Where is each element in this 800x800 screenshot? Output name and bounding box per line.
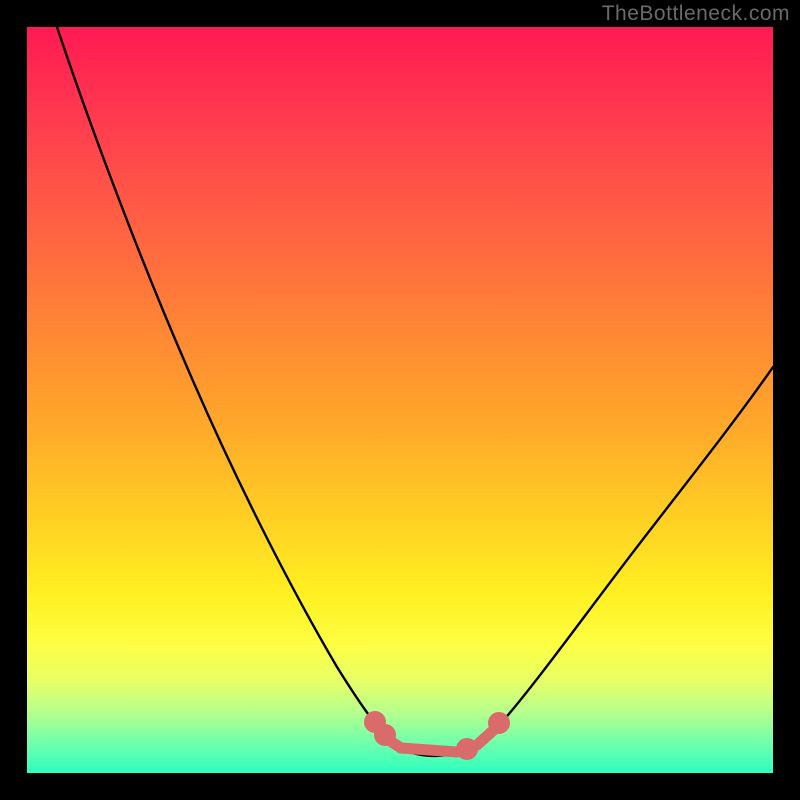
accent-dot (494, 718, 505, 729)
bottleneck-curve (57, 27, 773, 756)
plot-area (27, 27, 773, 773)
accent-dot (370, 717, 381, 728)
watermark-text: TheBottleneck.com (602, 2, 790, 26)
curve-layer (27, 27, 773, 773)
figure: TheBottleneck.com (0, 0, 800, 800)
accent-segment (401, 748, 457, 752)
trough-accents (370, 717, 505, 755)
accent-dot (462, 744, 473, 755)
